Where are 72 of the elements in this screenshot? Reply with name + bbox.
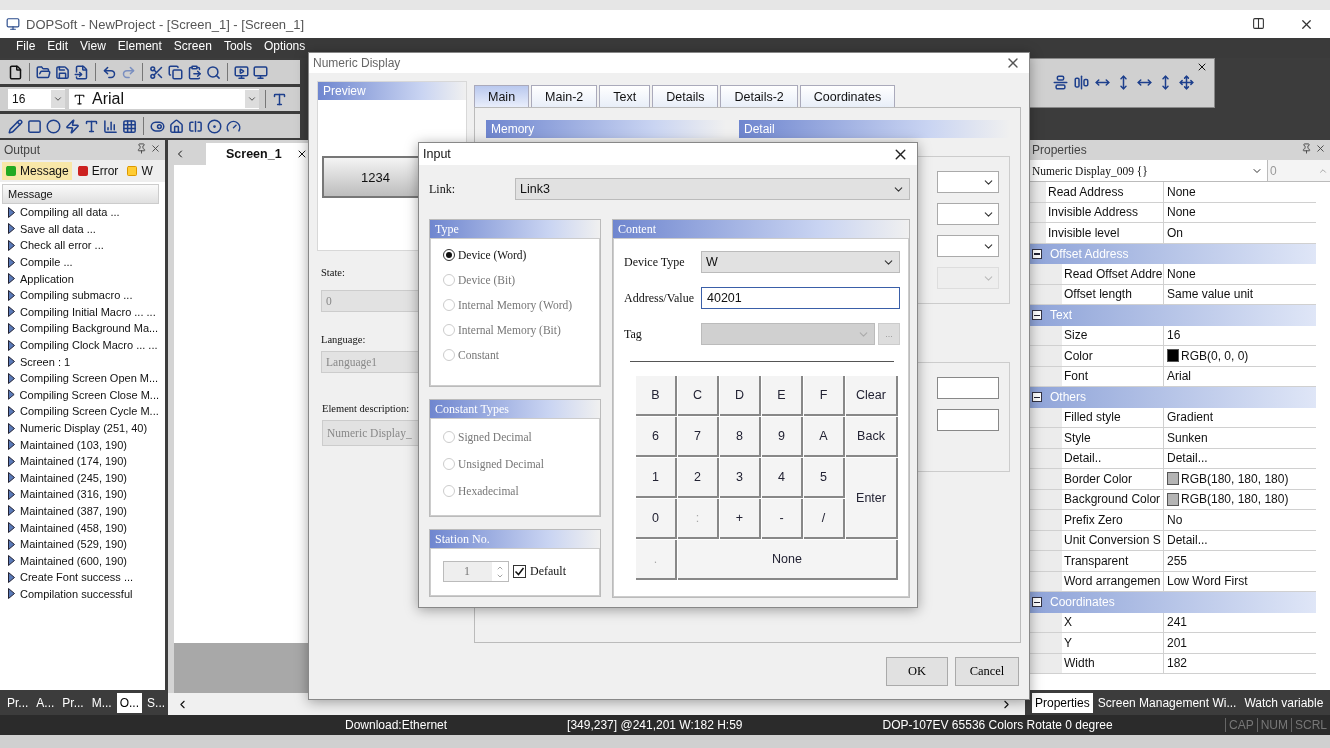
checkbox-label: Default xyxy=(530,564,566,579)
message-text: Compiling submacro ... xyxy=(20,289,133,302)
property-value: Detail... xyxy=(1167,451,1208,466)
message-text: Maintained (316, 190) xyxy=(20,488,127,501)
dialog-title: Numeric Display xyxy=(313,56,401,71)
field-label: Language: xyxy=(321,334,366,346)
field-label: Address/Value xyxy=(624,290,695,306)
property-group-label: Text xyxy=(1050,308,1072,323)
message-text: Check all error ... xyxy=(20,239,104,252)
field-label: Link: xyxy=(429,181,456,197)
property-value: Gradient xyxy=(1167,410,1214,425)
window-title: DOPSoft - NewProject - [Screen_1] - [Screen_1] xyxy=(26,16,305,32)
column-header: Message xyxy=(2,184,159,204)
property-value: None xyxy=(1167,205,1196,220)
property-group-label: Offset Address xyxy=(1050,246,1129,261)
group-header: Preview xyxy=(318,82,466,101)
message-text: Create Font success ... xyxy=(20,571,134,584)
message-text: Compiling all data ... xyxy=(20,206,120,219)
message-text: Save all data ... xyxy=(20,222,96,235)
property-group-label: Coordinates xyxy=(1050,595,1115,610)
status-text: Download:Ethernet xyxy=(345,718,448,732)
panel-title: Output xyxy=(4,143,41,157)
message-text: Maintained (174, 190) xyxy=(20,455,127,468)
property-value: 182 xyxy=(1167,656,1188,671)
field-label: Tag xyxy=(624,326,643,342)
message-text: Maintained (387, 190) xyxy=(20,505,127,517)
message-text: Maintained (458, 190) xyxy=(20,521,127,534)
property-value: RGB(180, 180, 180) xyxy=(1181,492,1289,507)
message-text: Numeric Display (251, 40) xyxy=(20,422,148,434)
message-text: Compile ... xyxy=(20,256,73,269)
lock-indicator: CAP xyxy=(1224,718,1257,732)
field-label: Device Type xyxy=(624,254,686,270)
message-text: Compiling Initial Macro ... ... xyxy=(20,305,156,318)
message-text: Maintained (529, 190) xyxy=(20,538,127,551)
property-value: RGB(180, 180, 180) xyxy=(1181,471,1289,486)
property-value: 201 xyxy=(1167,635,1188,650)
message-text: Compiling Background Ma... xyxy=(20,322,159,335)
property-value: Same value unit xyxy=(1167,287,1254,302)
group-header: Station No. xyxy=(430,530,600,548)
property-value: 16 xyxy=(1167,328,1181,343)
property-value: No xyxy=(1167,512,1183,527)
message-text: Compilation successful xyxy=(20,587,133,600)
message-text: Application xyxy=(20,272,74,285)
property-value: Detail... xyxy=(1167,533,1208,548)
message-text: Maintained (245, 190) xyxy=(20,471,127,484)
property-value: Arial xyxy=(1167,369,1191,384)
property-value: None xyxy=(1167,184,1196,199)
field-label: Element description: xyxy=(322,403,410,415)
group-header: Type xyxy=(430,220,600,238)
message-text: Maintained (600, 190) xyxy=(20,554,127,567)
message-text: Screen : 1 xyxy=(20,355,71,368)
property-value: None xyxy=(1167,266,1196,281)
property-value: 241 xyxy=(1167,615,1188,630)
lock-indicator: SCRL xyxy=(1291,718,1330,732)
panel-title: Properties xyxy=(1032,143,1087,157)
property-value: Low Word First xyxy=(1167,574,1248,589)
field-label: State: xyxy=(321,267,345,279)
message-text: Maintained (103, 190) xyxy=(20,438,127,451)
group-header: Content xyxy=(613,220,909,238)
message-text: Compiling Clock Macro ... ... xyxy=(20,339,158,352)
message-text: Compiling Screen Close M... xyxy=(19,388,159,401)
property-value: On xyxy=(1167,225,1183,240)
property-value: Sunken xyxy=(1167,430,1208,445)
status-text: [349,237] @241,201 W:182 H:59 xyxy=(567,718,743,732)
property-group-label: Others xyxy=(1050,390,1086,405)
group-header: Constant Types xyxy=(430,400,600,418)
property-value: 255 xyxy=(1167,553,1188,568)
lock-indicator: NUM xyxy=(1256,718,1291,732)
status-text: DOP-107EV 65536 Colors Rotate 0 degree xyxy=(882,718,1113,732)
property-value: RGB(0, 0, 0) xyxy=(1181,348,1249,363)
message-text: Compiling Screen Open M... xyxy=(20,372,159,385)
message-text: Compiling Screen Cycle M... xyxy=(20,405,159,418)
